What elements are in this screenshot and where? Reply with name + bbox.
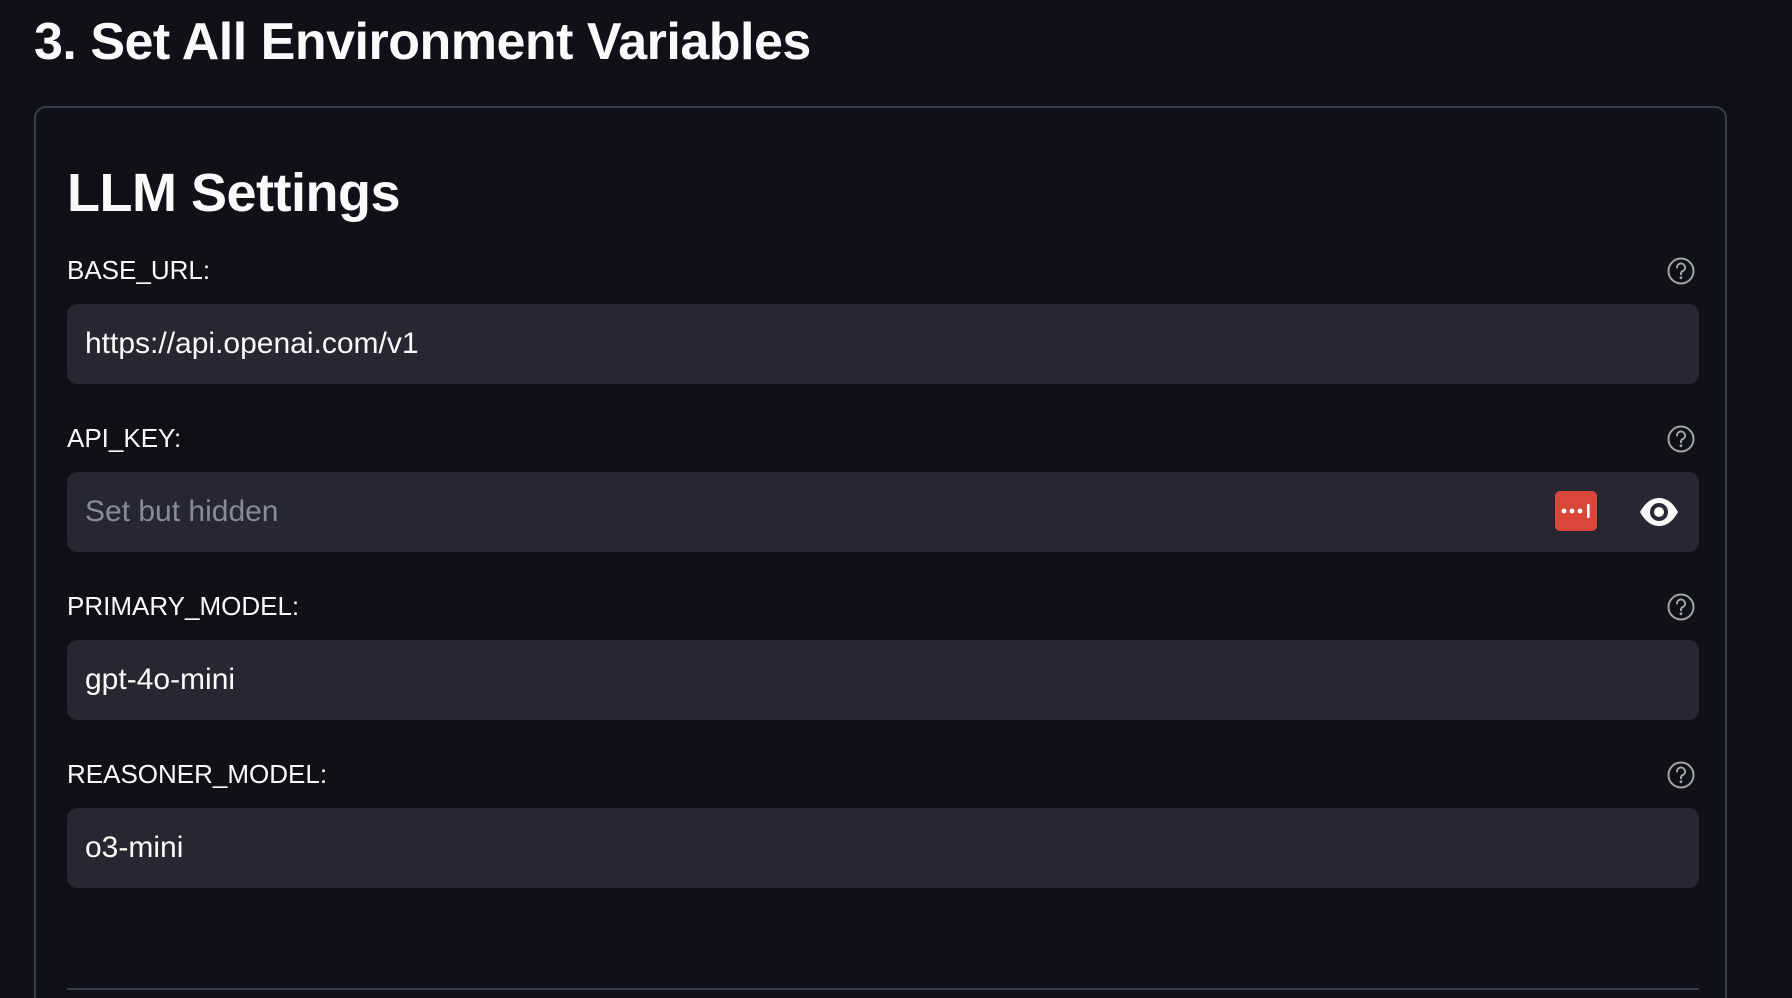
base-url-label: BASE_URL: xyxy=(67,255,211,285)
primary-model-field[interactable] xyxy=(67,640,1699,720)
base-url-help-icon[interactable] xyxy=(1666,256,1696,286)
reasoner-model-field[interactable] xyxy=(67,808,1699,888)
divider xyxy=(67,988,1699,990)
page: 3. Set All Environment Variables LLM Set… xyxy=(0,0,1792,998)
base-url-field[interactable] xyxy=(67,304,1699,384)
primary-model-input[interactable] xyxy=(67,640,1699,720)
section-title: 3. Set All Environment Variables xyxy=(34,13,811,71)
card-title: LLM Settings xyxy=(67,163,400,223)
llm-settings-card: LLM Settings BASE_URL: API_KEY: xyxy=(34,106,1727,998)
reasoner-model-input[interactable] xyxy=(67,808,1699,888)
eye-icon[interactable] xyxy=(1637,494,1681,530)
primary-model-label: PRIMARY_MODEL: xyxy=(67,591,300,621)
reasoner-model-help-icon[interactable] xyxy=(1666,760,1696,790)
api-key-help-icon[interactable] xyxy=(1666,424,1696,454)
password-manager-icon[interactable] xyxy=(1555,491,1597,531)
api-key-field[interactable] xyxy=(67,472,1699,552)
reasoner-model-label: REASONER_MODEL: xyxy=(67,759,328,789)
base-url-input[interactable] xyxy=(67,304,1699,384)
api-key-input[interactable] xyxy=(67,472,1507,552)
api-key-label: API_KEY: xyxy=(67,423,182,453)
primary-model-help-icon[interactable] xyxy=(1666,592,1696,622)
